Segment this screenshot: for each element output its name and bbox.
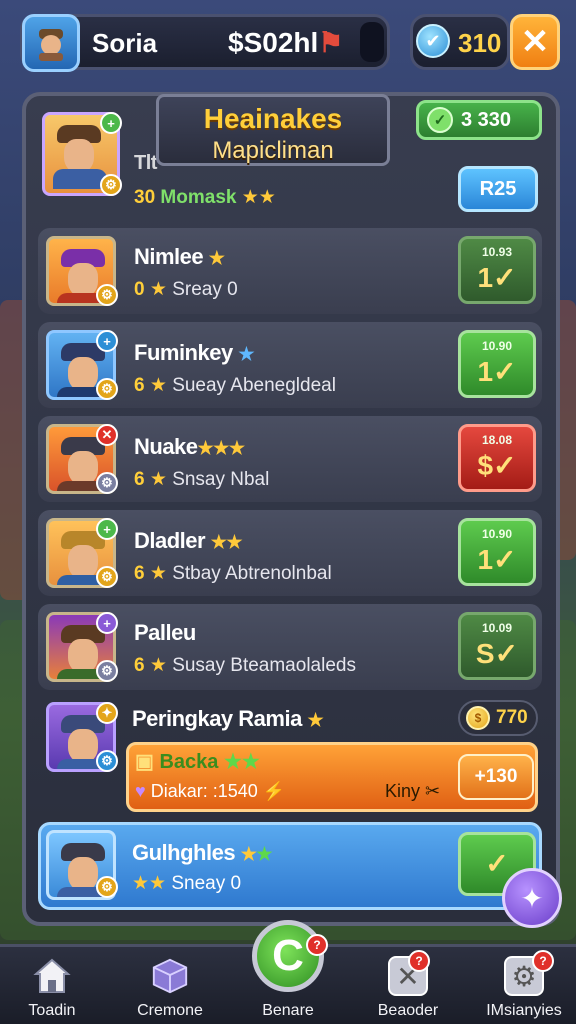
nav-home[interactable]: Toadin xyxy=(2,950,102,1024)
reward-detail: ♥ Diakar: :1540 ⚡ xyxy=(135,781,286,801)
row-sub: 6 ★ Susay Bteamaolaleds xyxy=(134,655,356,676)
claim-button[interactable]: 10.09 S✓ xyxy=(458,612,536,680)
claim-button[interactable]: 10.93 1✓ xyxy=(458,236,536,304)
coin-icon: $ xyxy=(466,706,490,730)
currency-value: 3 330 xyxy=(461,108,512,131)
gear-icon: ⚙ xyxy=(96,284,118,306)
star-icon: ★ xyxy=(149,655,167,676)
star-icon: ★ xyxy=(238,344,254,364)
close-button[interactable]: ✕ xyxy=(510,14,560,70)
gear-icon: ⚙ xyxy=(96,378,118,400)
panel-subtitle: Mapicliman xyxy=(212,137,334,164)
reward-right-label: Kiny ✂ xyxy=(385,781,441,801)
claim-button[interactable]: 10.90 1✓ xyxy=(458,518,536,586)
ranking-name: Peringkay Ramia ★ xyxy=(132,706,324,731)
plus-icon: + xyxy=(96,612,118,634)
gear-icon: ⚙ xyxy=(96,566,118,588)
star-icon: ★★ xyxy=(241,187,276,208)
featured-sub: 30 Momask ★★ xyxy=(134,186,276,209)
gem-count: 310 xyxy=(458,28,502,58)
row-name: Nuake★★★ xyxy=(134,434,245,459)
check-icon: ✓ xyxy=(427,107,453,133)
current-sub: ★★ Sneay 0 xyxy=(132,873,242,894)
star-icon: ★ xyxy=(256,844,272,864)
coin-pill: $ 770 xyxy=(458,700,538,736)
money-value: $S02hl xyxy=(228,27,319,58)
gear-icon: ⚙ xyxy=(96,472,118,494)
home-icon xyxy=(32,956,72,996)
row-sub: 6 ★ Sueay Abenegldeal xyxy=(134,375,336,396)
star-magic-button[interactable]: ✦ xyxy=(502,868,562,928)
current-name: Gulhghles ★★ xyxy=(132,840,272,865)
featured-button[interactable]: R25 xyxy=(458,166,538,212)
star-icon: ★★ xyxy=(210,532,243,552)
cube-icon xyxy=(150,956,190,996)
notification-badge: ? xyxy=(408,950,430,972)
gear-icon: ⚙ xyxy=(96,876,118,898)
row-name: Palleu xyxy=(134,620,196,645)
star-icon: ★★ xyxy=(132,873,167,894)
row-name: Nimlee ★ xyxy=(134,244,225,269)
star-icon: ★ xyxy=(149,279,167,300)
claim-button[interactable]: 18.08 $✓ xyxy=(458,424,536,492)
row-sub: 6 ★ Stbay Abtrenolnbal xyxy=(134,563,332,584)
panel-title: Heainakes xyxy=(203,103,343,134)
gear-icon: ⚙ xyxy=(96,750,118,772)
plus-icon: + xyxy=(96,330,118,352)
player-avatar[interactable] xyxy=(22,14,80,72)
heart-icon: ♥ xyxy=(135,781,146,801)
notification-badge: ? xyxy=(306,934,328,956)
featured-gear-badge: ⚙ xyxy=(100,174,122,196)
play-icon: C xyxy=(272,931,304,980)
plus-icon: + xyxy=(96,518,118,540)
reward-button[interactable]: +130 xyxy=(458,754,534,800)
gear-icon: ⚙ xyxy=(96,660,118,682)
nav-play-label: Benare xyxy=(262,1002,314,1019)
settings-icon: ✦ xyxy=(96,702,118,724)
star-icon: ★ xyxy=(208,248,225,268)
row-name: Dladler ★★ xyxy=(134,528,243,553)
lightning-icon: ⚡ xyxy=(262,781,286,801)
sparkle-icon: ✦ xyxy=(520,882,544,914)
title-plate: Heainakes Mapicliman xyxy=(156,94,390,166)
close-icon: ✕ xyxy=(520,23,550,61)
star-icon: ★ xyxy=(149,375,167,396)
star-icon: ★ xyxy=(307,710,324,730)
star-icon: ★★ xyxy=(223,751,260,773)
featured-score: 30 xyxy=(134,187,156,208)
flag-icon: ⚑ xyxy=(318,27,344,58)
star-icon: ★ xyxy=(149,469,167,490)
currency-badge: ✓ 3 330 xyxy=(416,100,542,140)
gem-icon: ✔ xyxy=(416,24,450,58)
box-icon: ▣ xyxy=(135,751,154,773)
player-avatar-icon xyxy=(39,29,63,61)
tool-icon: ✂ xyxy=(425,781,441,801)
money-display: $S02hl⚑ xyxy=(228,26,343,59)
featured-plus-badge: + xyxy=(100,112,122,134)
row-name: Fuminkey ★ xyxy=(134,340,254,365)
player-name: Soria xyxy=(92,28,158,58)
claim-button[interactable]: 10.90 1✓ xyxy=(458,330,536,398)
featured-tag: Momask xyxy=(160,187,237,208)
reward-title: ▣ Backa ★★ xyxy=(135,751,260,773)
close-icon: ✕ xyxy=(96,424,118,446)
star-icon: ★ xyxy=(149,563,167,584)
row-sub: 0 ★ Sreay 0 xyxy=(134,279,238,300)
star-icon: ★★★ xyxy=(197,438,245,458)
star-icon: ★ xyxy=(240,844,257,864)
notification-badge: ? xyxy=(532,950,554,972)
row-sub: 6 ★ Snsay Nbal xyxy=(134,469,270,490)
nav-play-button[interactable]: C xyxy=(252,920,324,992)
money-toggle[interactable] xyxy=(360,22,384,62)
featured-name: Tlt xyxy=(134,152,157,174)
nav-inventory[interactable]: Cremone xyxy=(120,950,220,1024)
nav-settings[interactable]: ⚙ IMsianyies xyxy=(474,950,574,1024)
